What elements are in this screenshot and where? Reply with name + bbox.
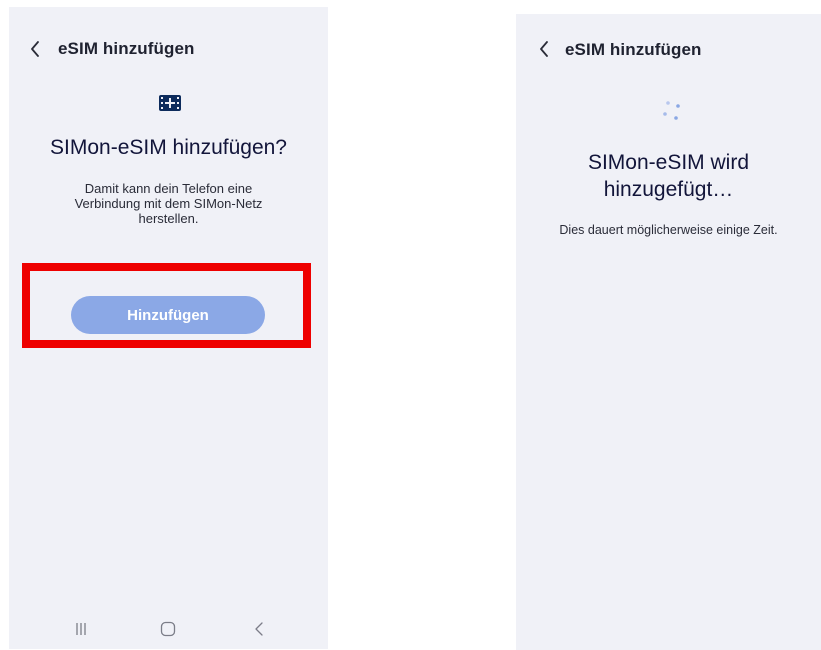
app-bar: eSIM hinzufügen [9,29,328,69]
recent-apps-icon[interactable] [67,615,95,643]
navigation-bar [9,615,328,643]
right-phone-screen: eSIM hinzufügen SIMon-eSIM wird hinzugef… [516,14,821,650]
heading: SIMon-eSIM wird hinzugefügt… [587,151,750,201]
highlight-box [22,263,311,348]
home-icon[interactable] [154,615,182,643]
nav-back-icon[interactable] [245,615,273,643]
description: Damit kann dein Telefon eine Verbindung … [74,181,263,226]
description: Dies dauert möglicherweise einige Zeit. [559,223,778,237]
page-title: eSIM hinzufügen [565,40,702,59]
sim-card-icon [159,95,181,111]
app-bar: eSIM hinzufügen [516,29,821,69]
loading-spinner-icon [659,97,685,123]
heading: SIMon-eSIM hinzufügen? [50,136,287,159]
page-title: eSIM hinzufügen [58,39,195,58]
back-arrow-icon[interactable] [537,39,551,59]
back-arrow-icon[interactable] [28,39,42,59]
